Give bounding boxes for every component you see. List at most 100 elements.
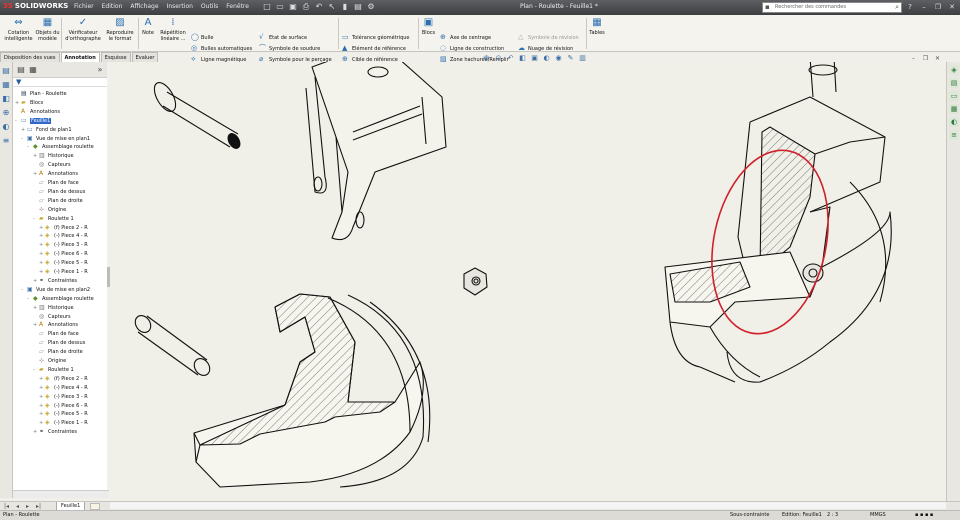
menu-fichier[interactable]: Fichier — [70, 3, 98, 13]
first-sheet-icon[interactable]: |◂ — [4, 503, 9, 510]
tree-node[interactable]: - ▣ Vue de mise en plan2 — [21, 285, 90, 294]
tree-node[interactable]: A Annotations — [15, 107, 60, 116]
note-button[interactable]: A Note — [139, 17, 157, 50]
new-document-icon[interactable]: □ — [262, 2, 272, 12]
drawing-sheet[interactable] — [110, 62, 946, 502]
dimxpert-icon[interactable]: ⊕ — [1, 108, 11, 118]
tree-node[interactable]: + ▭ Fond de plan1 — [21, 125, 72, 134]
tree-node[interactable]: ▱ Plan de dessus — [33, 338, 85, 347]
tree-node[interactable]: - ◆ Assemblage roulette — [27, 142, 94, 151]
canvas-horizontal-scrollbar[interactable] — [110, 502, 946, 509]
minimize-icon[interactable]: – — [918, 2, 930, 13]
doc-close-icon[interactable]: ✕ — [933, 55, 942, 63]
tree-node[interactable]: + ▥ Historique — [33, 303, 74, 312]
display-style-icon[interactable]: ◐ — [542, 54, 551, 63]
tree-node[interactable]: ◎ Capteurs — [33, 160, 71, 169]
feature-manager-icon[interactable]: ▤ — [1, 66, 11, 76]
tree-node[interactable]: + ◈ (-) Piece 4 - R — [39, 383, 88, 392]
view-orientation-icon[interactable]: ▣ — [530, 54, 539, 63]
tree-node[interactable]: ▤ Plan - Roulette — [15, 89, 67, 98]
linear-pattern-button[interactable]: ⁞ Répétition linéaire ... — [157, 17, 189, 50]
search-icon[interactable]: ⌕ — [895, 3, 899, 12]
tab-annotation[interactable]: Annotation — [60, 52, 100, 62]
tree-node[interactable]: ▱ Plan de droite — [33, 196, 83, 205]
tree-node[interactable]: + ◈ (-) Piece 6 - R — [39, 249, 88, 258]
caster-assembly[interactable] — [664, 62, 892, 383]
tree-node[interactable]: + ▥ Historique — [33, 151, 74, 160]
search-commands-input[interactable]: ▪ Rechercher des commandes ⌕ — [762, 2, 902, 13]
menu-insertion[interactable]: Insertion — [163, 3, 197, 13]
display-manager-icon[interactable]: ◐ — [1, 122, 11, 132]
menu-outils[interactable]: Outils — [197, 3, 222, 13]
custom-properties-icon[interactable]: ≡ — [949, 130, 959, 140]
close-icon[interactable]: ✕ — [946, 2, 958, 13]
axle-pin[interactable] — [150, 79, 242, 150]
open-folder-icon[interactable]: ▭ — [275, 2, 285, 12]
file-properties-icon[interactable]: ▤ — [353, 2, 363, 12]
tree-node[interactable]: + A Annotations — [33, 320, 78, 329]
hide-show-icon[interactable]: ◉ — [554, 54, 563, 63]
last-sheet-icon[interactable]: ▸| — [36, 503, 41, 510]
options-icon[interactable]: ⚙ — [366, 2, 376, 12]
construction-line-button[interactable]: ◌ Ligne de construction — [440, 43, 504, 53]
rebuild-icon[interactable]: ▮ — [340, 2, 350, 12]
edit-appearance-icon[interactable]: ✎ — [566, 54, 575, 63]
spacer-tube[interactable] — [132, 313, 213, 379]
tab-evaluer[interactable]: Evaluer — [131, 52, 159, 62]
view-palette-icon[interactable]: ▦ — [949, 104, 959, 114]
tree-node[interactable]: - ▭ Feuille1 — [15, 116, 52, 125]
wheel-section[interactable] — [193, 293, 431, 488]
prev-sheet-icon[interactable]: ◂ — [16, 503, 19, 510]
add-sheet-icon[interactable] — [90, 503, 100, 510]
tree-node[interactable]: + ◈ (-) Piece 4 - R — [39, 231, 88, 240]
property-manager-icon[interactable]: ▦ — [1, 80, 11, 90]
select-icon[interactable]: ↖ — [327, 2, 337, 12]
tree-view-icon[interactable]: ▤ — [16, 65, 26, 75]
undo-icon[interactable]: ↶ — [314, 2, 324, 12]
format-painter-button[interactable]: ▨ Reproduire le format — [104, 17, 136, 50]
surface-finish-button[interactable]: √ Etat de surface — [259, 32, 307, 42]
tables-button[interactable]: ▦ Tables — [588, 17, 606, 50]
status-scale[interactable]: 2 : 3 — [827, 511, 838, 520]
tree-node[interactable]: - ▣ Vue de mise en plan1 — [21, 134, 90, 143]
property-view-icon[interactable]: ▦ — [28, 65, 38, 75]
tree-node[interactable]: ▱ Plan de dessus — [33, 187, 85, 196]
tree-node[interactable]: ⊹ Origine — [33, 356, 66, 365]
save-icon[interactable]: ▣ — [288, 2, 298, 12]
tree-node[interactable]: - ▰ Roulette 1 — [33, 214, 74, 223]
previous-view-icon[interactable]: ↶ — [506, 54, 515, 63]
u-bracket[interactable] — [305, 62, 447, 241]
tree-node[interactable]: + ⚭ Contraintes — [33, 276, 77, 285]
tree-node[interactable]: ⊹ Origine — [33, 205, 66, 214]
balloon-button[interactable]: ◯ Bulle — [191, 32, 213, 42]
tree-filter-icon[interactable]: ▼ — [13, 78, 108, 87]
tree-node[interactable]: + ◈ (-) Piece 3 - R — [39, 240, 88, 249]
menu-affichage[interactable]: Affichage — [126, 3, 162, 13]
tab-esquisse[interactable]: Esquisse — [100, 52, 131, 62]
tab-disposition-des-vues[interactable]: Disposition des vues — [0, 52, 60, 62]
auto-balloon-button[interactable]: ◎ Bulles automatiques — [191, 43, 252, 53]
tree-node[interactable]: ▱ Plan de face — [33, 178, 79, 187]
smart-dimension-button[interactable]: ⇔ Cotation intelligente — [2, 17, 35, 50]
tree-node[interactable]: + ◈ (-) Piece 5 - R — [39, 258, 88, 267]
tree-node[interactable]: ◎ Capteurs — [33, 312, 71, 321]
tree-node[interactable]: - ◆ Assemblage roulette — [27, 294, 94, 303]
revision-symbol-button[interactable]: △ Symbole de révision — [518, 32, 579, 42]
next-sheet-icon[interactable]: ▸ — [26, 503, 29, 510]
search-scope-icon[interactable]: ▪ — [765, 3, 770, 12]
blocks-button[interactable]: ▣ Blocs — [420, 17, 437, 50]
tree-node[interactable]: ▱ Plan de face — [33, 329, 79, 338]
design-library-icon[interactable]: ▤ — [949, 78, 959, 88]
geometric-tolerance-button[interactable]: ▭ Tolérance géométrique — [342, 32, 410, 42]
zoom-area-icon[interactable]: ⊙ — [494, 54, 503, 63]
tree-node[interactable]: + ◈ (-) Piece 1 - R — [39, 418, 88, 427]
doc-restore-icon[interactable]: ❐ — [921, 55, 930, 63]
print-icon[interactable]: ⎙ — [301, 2, 311, 12]
tree-node[interactable]: + ◈ (-) Piece 3 - R — [39, 392, 88, 401]
appearances-icon[interactable]: ◐ — [949, 117, 959, 127]
apply-scene-icon[interactable]: ▥ — [578, 54, 587, 63]
tree-node[interactable]: + ◈ (-) Piece 6 - R — [39, 401, 88, 410]
spell-checker-button[interactable]: ✓ Vérificateur d'orthographe — [62, 17, 104, 50]
tree-node[interactable]: ▱ Plan de droite — [33, 347, 83, 356]
hex-nut[interactable] — [463, 267, 488, 296]
